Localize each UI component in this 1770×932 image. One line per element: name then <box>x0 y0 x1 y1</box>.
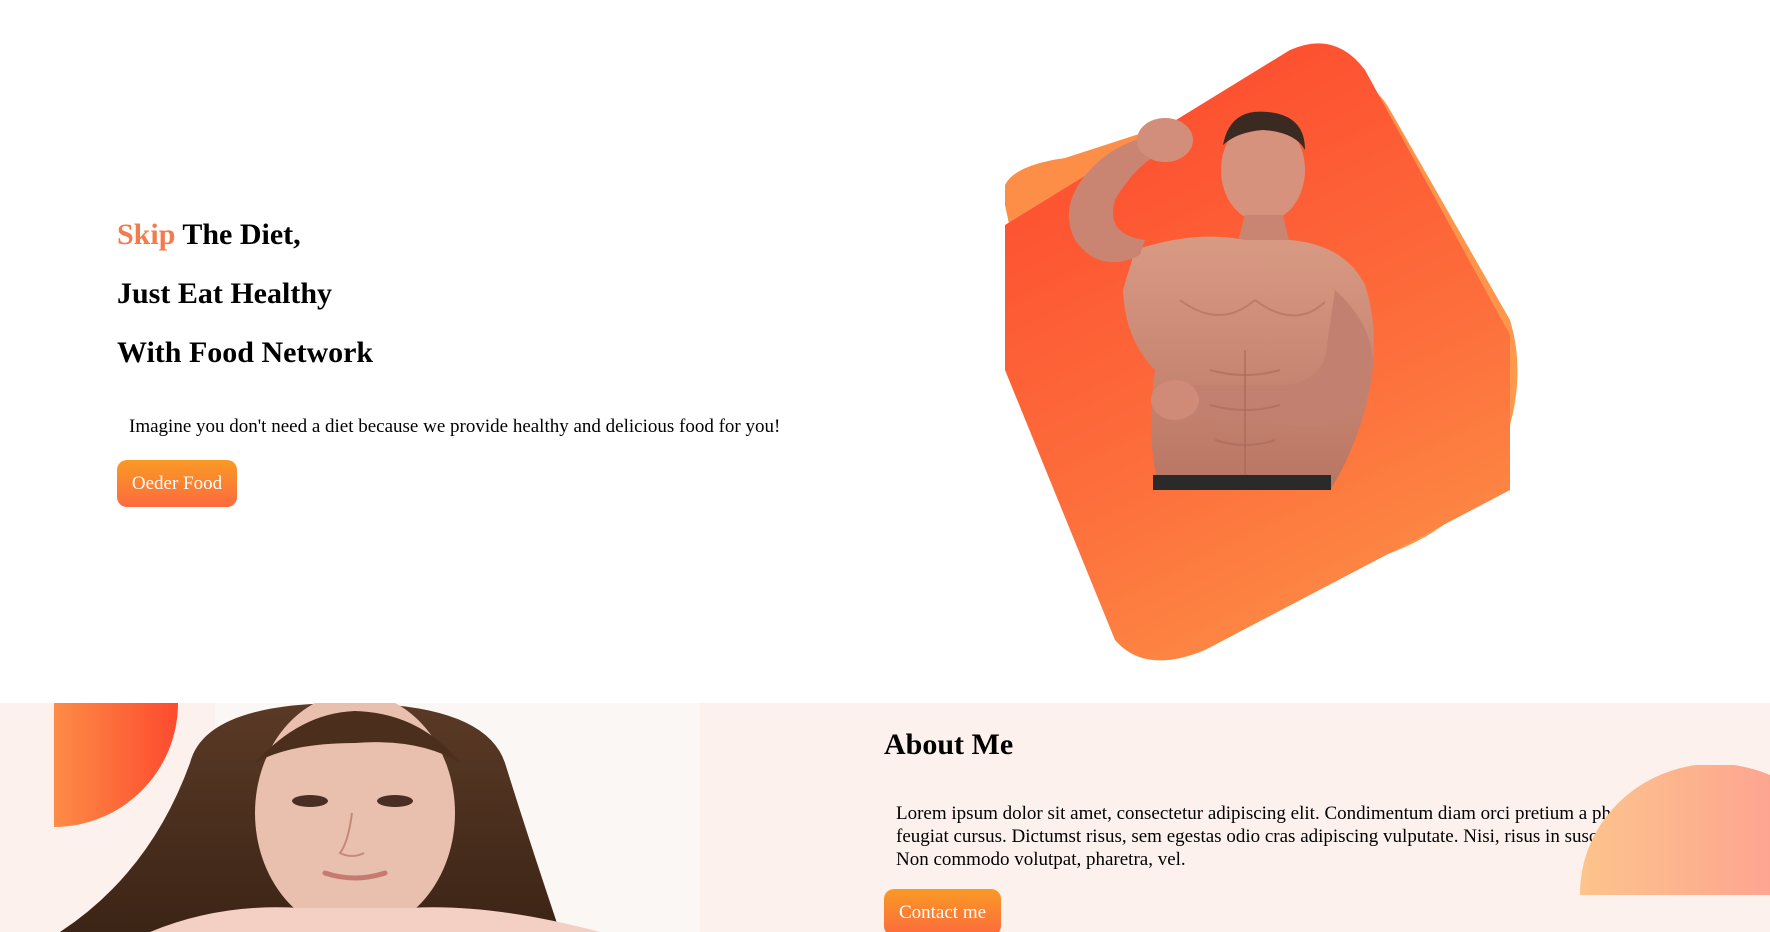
about-image <box>54 703 700 932</box>
hero-heading: Skip The Diet, Just Eat Healthy With Foo… <box>117 220 373 397</box>
about-section: About Me Lorem ipsum dolor sit amet, con… <box>0 703 1770 932</box>
hero-description: Imagine you don't need a diet because we… <box>129 416 781 437</box>
hero-heading-line-3: With Food Network <box>117 336 374 369</box>
about-text: Lorem ipsum dolor sit amet, consectetur … <box>896 803 1661 870</box>
hero-image <box>1005 43 1518 661</box>
hero-accent-word: Skip <box>117 218 176 251</box>
hero-line1-rest: The Diet, <box>175 218 301 251</box>
hero-heading-line-1: Skip The Diet, <box>117 220 373 279</box>
order-food-button[interactable]: Oeder Food <box>117 460 237 507</box>
hero-heading-line-2: Just Eat Healthy <box>117 277 333 310</box>
decorative-half-circle <box>1580 765 1770 895</box>
hero-section: Skip The Diet, Just Eat Healthy With Foo… <box>0 0 1770 703</box>
about-title: About Me <box>884 728 1014 761</box>
contact-me-button[interactable]: Contact me <box>884 889 1001 932</box>
